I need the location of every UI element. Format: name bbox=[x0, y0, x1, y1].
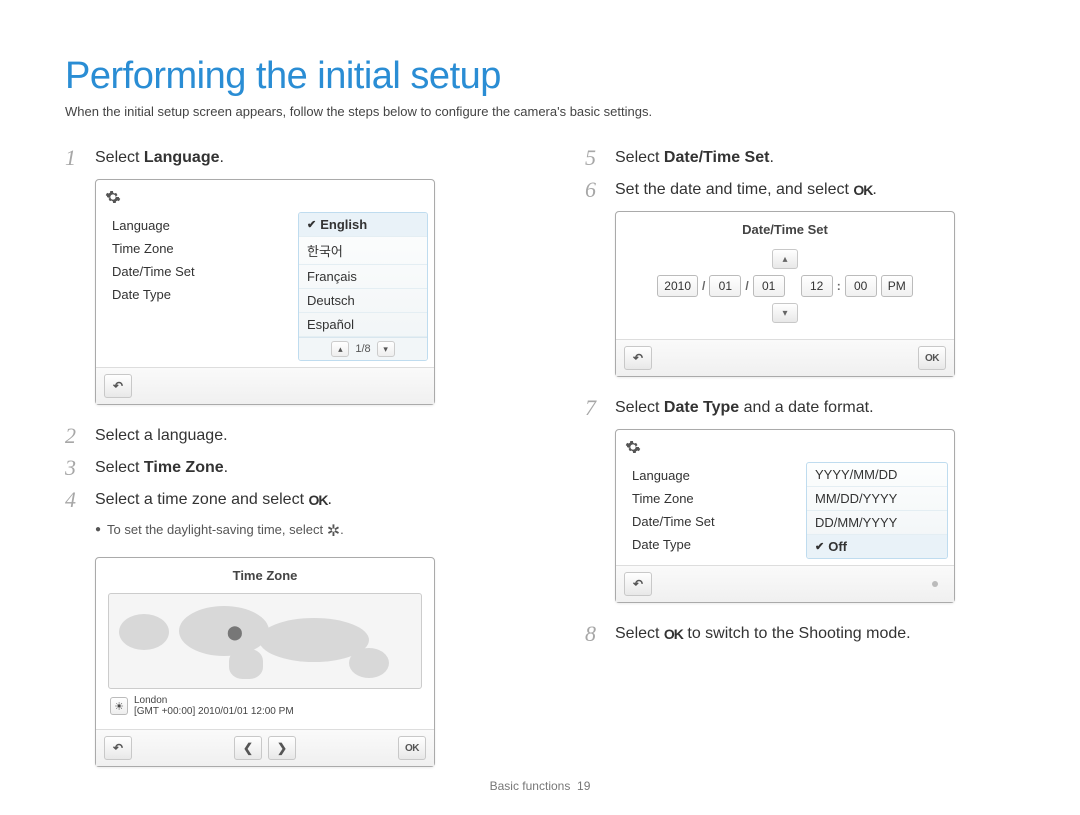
step-2-text: Select a language. bbox=[95, 425, 495, 447]
indicator-dot bbox=[932, 581, 938, 587]
tz-city: London bbox=[134, 695, 294, 706]
step-6-text: Set the date and time, and select OK. bbox=[615, 179, 1015, 201]
page-title: Performing the initial setup bbox=[65, 55, 1015, 98]
menu-item-datetype[interactable]: Date Type bbox=[626, 533, 802, 556]
menu-item-language[interactable]: Language bbox=[626, 464, 802, 487]
menu-item-timezone[interactable]: Time Zone bbox=[626, 487, 802, 510]
value-up-button[interactable]: ▴ bbox=[772, 249, 798, 269]
step-4-text: Select a time zone and select OK. bbox=[95, 489, 495, 511]
type-option-ymd[interactable]: YYYY/MM/DD bbox=[807, 463, 947, 487]
menu-item-language[interactable]: Language bbox=[106, 214, 294, 237]
ok-icon: OK bbox=[308, 489, 327, 511]
prev-button[interactable]: ❮ bbox=[234, 736, 262, 760]
day-field[interactable]: 01 bbox=[753, 275, 785, 297]
minute-field[interactable]: 00 bbox=[845, 275, 877, 297]
datetime-title: Date/Time Set bbox=[622, 218, 948, 243]
left-column: 1 Select Language. Language Time Zone Da… bbox=[65, 147, 495, 787]
page-intro: When the initial setup screen appears, f… bbox=[65, 104, 1015, 119]
step-4-number: 4 bbox=[65, 489, 83, 511]
page-footer: Basic functions 19 bbox=[0, 779, 1080, 793]
step-8-text: Select OK to switch to the Shooting mode… bbox=[615, 623, 1015, 645]
ok-button[interactable]: OK bbox=[918, 346, 946, 370]
step-2-number: 2 bbox=[65, 425, 83, 447]
language-screen: Language Time Zone Date/Time Set Date Ty… bbox=[95, 179, 435, 405]
step-7-text: Select Date Type and a date format. bbox=[615, 397, 1015, 419]
value-down-button[interactable]: ▾ bbox=[772, 303, 798, 323]
ok-button[interactable]: OK bbox=[398, 736, 426, 760]
ok-icon: OK bbox=[664, 623, 683, 645]
menu-item-datetype[interactable]: Date Type bbox=[106, 283, 294, 306]
step-5-text: Select Date/Time Set. bbox=[615, 147, 1015, 169]
back-button[interactable]: ↶ bbox=[624, 346, 652, 370]
type-option-mdy[interactable]: MM/DD/YYYY bbox=[807, 487, 947, 511]
ok-icon: OK bbox=[853, 179, 872, 201]
type-option-dmy[interactable]: DD/MM/YYYY bbox=[807, 511, 947, 535]
dst-toggle[interactable]: ☀ bbox=[110, 697, 128, 715]
step-4-bullet: ● To set the daylight-saving time, selec… bbox=[95, 521, 495, 541]
ampm-field[interactable]: PM bbox=[881, 275, 913, 297]
timezone-title: Time Zone bbox=[102, 564, 428, 589]
datetype-screen: Language Time Zone Date/Time Set Date Ty… bbox=[615, 429, 955, 603]
step-8-number: 8 bbox=[585, 623, 603, 645]
type-option-off[interactable]: ✔Off bbox=[807, 535, 947, 558]
lang-option-english[interactable]: ✔English bbox=[299, 213, 427, 237]
step-1-number: 1 bbox=[65, 147, 83, 169]
gear-icon bbox=[622, 436, 644, 458]
year-field[interactable]: 2010 bbox=[657, 275, 698, 297]
lang-option-francais[interactable]: Français bbox=[299, 265, 427, 289]
menu-item-datetime[interactable]: Date/Time Set bbox=[106, 260, 294, 283]
right-column: 5 Select Date/Time Set. 6 Set the date a… bbox=[585, 147, 1015, 787]
tz-detail: [GMT +00:00] 2010/01/01 12:00 PM bbox=[134, 706, 294, 717]
step-6-number: 6 bbox=[585, 179, 603, 201]
gear-icon bbox=[102, 186, 124, 208]
step-3-text: Select Time Zone. bbox=[95, 457, 495, 479]
page-down-button[interactable]: ▾ bbox=[377, 341, 395, 357]
back-button[interactable]: ↶ bbox=[104, 374, 132, 398]
lang-option-espanol[interactable]: Español bbox=[299, 313, 427, 337]
back-button[interactable]: ↶ bbox=[624, 572, 652, 596]
timezone-screen: Time Zone ⬤ ☀ London [GMT +00:00] 2010/0… bbox=[95, 557, 435, 767]
page-up-button[interactable]: ▴ bbox=[331, 341, 349, 357]
dst-icon: ✲ bbox=[327, 521, 340, 541]
step-7-number: 7 bbox=[585, 397, 603, 419]
lang-option-deutsch[interactable]: Deutsch bbox=[299, 289, 427, 313]
next-button[interactable]: ❯ bbox=[268, 736, 296, 760]
menu-item-timezone[interactable]: Time Zone bbox=[106, 237, 294, 260]
back-button[interactable]: ↶ bbox=[104, 736, 132, 760]
datetime-screen: Date/Time Set ▴ 2010 / 01 / 01 12 : 00 P… bbox=[615, 211, 955, 377]
world-map[interactable]: ⬤ bbox=[108, 593, 422, 689]
menu-item-datetime[interactable]: Date/Time Set bbox=[626, 510, 802, 533]
hour-field[interactable]: 12 bbox=[801, 275, 833, 297]
step-5-number: 5 bbox=[585, 147, 603, 169]
month-field[interactable]: 01 bbox=[709, 275, 741, 297]
step-3-number: 3 bbox=[65, 457, 83, 479]
step-1-text: Select Language. bbox=[95, 147, 495, 169]
pager-text: 1/8 bbox=[355, 343, 370, 355]
lang-option-korean[interactable]: 한국어 bbox=[299, 237, 427, 265]
